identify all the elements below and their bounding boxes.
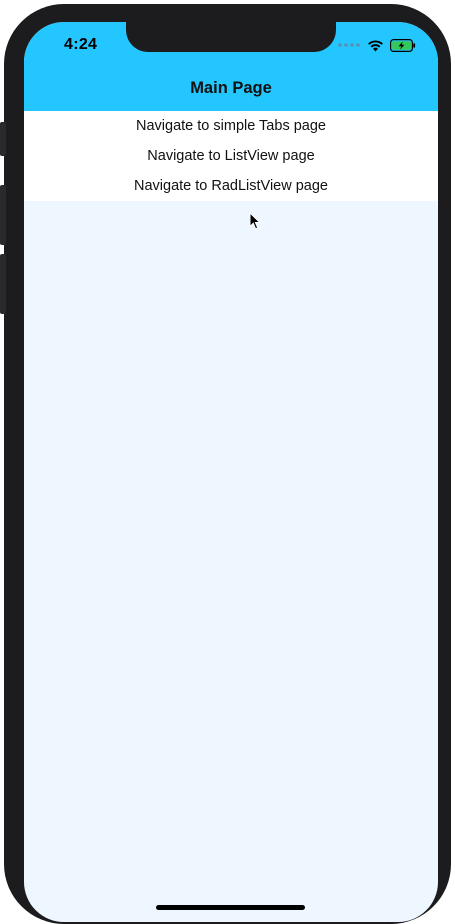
wifi-icon bbox=[368, 39, 383, 51]
mouse-pointer-icon bbox=[249, 212, 261, 230]
nav-simple-tabs-button[interactable]: Navigate to simple Tabs page bbox=[24, 111, 438, 141]
home-indicator[interactable] bbox=[156, 905, 305, 910]
volume-up-button bbox=[0, 185, 6, 245]
cellular-dots-icon bbox=[338, 43, 360, 47]
battery-charging-icon bbox=[390, 38, 416, 52]
action-bar: 4:24 Main Page bbox=[24, 22, 438, 111]
nav-listview-button[interactable]: Navigate to ListView page bbox=[24, 141, 438, 171]
navigation-menu: Navigate to simple Tabs page Navigate to… bbox=[24, 111, 438, 201]
status-icons bbox=[337, 38, 416, 52]
page-title: Main Page bbox=[190, 79, 272, 97]
status-time: 4:24 bbox=[64, 36, 98, 53]
volume-down-button bbox=[0, 254, 6, 314]
screen: 4:24 Main Page Navigate to simple Tabs p… bbox=[24, 22, 438, 922]
mute-switch bbox=[0, 122, 6, 156]
notch bbox=[126, 22, 336, 52]
nav-radlistview-button[interactable]: Navigate to RadListView page bbox=[24, 171, 438, 201]
